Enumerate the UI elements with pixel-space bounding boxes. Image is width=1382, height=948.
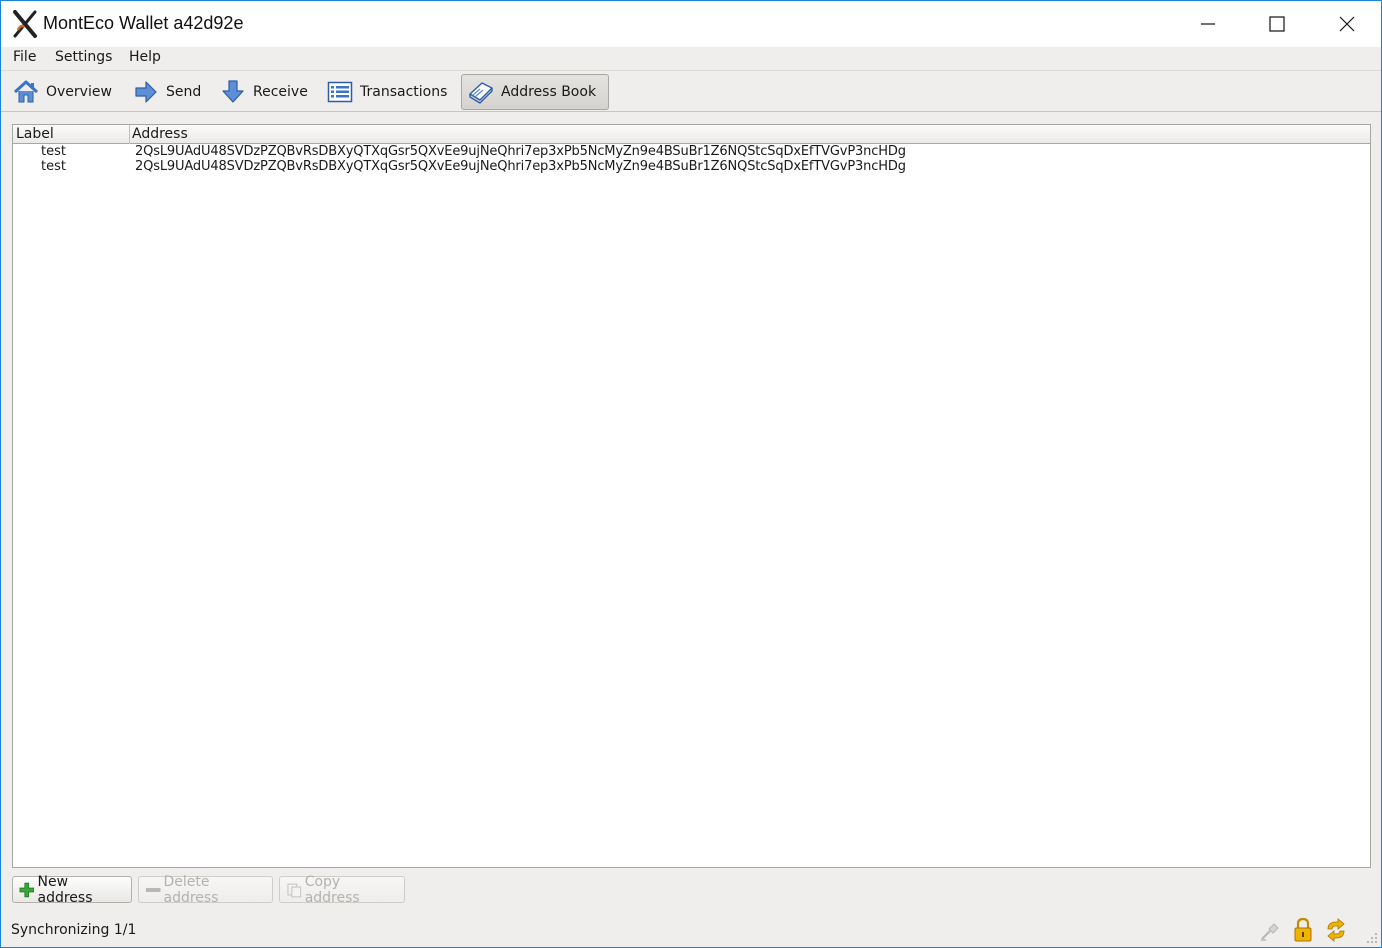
- table-row[interactable]: test 2QsL9UAdU48SVDzPZQBvRsDBXyQTXqGsr5Q…: [13, 144, 1370, 159]
- new-address-button[interactable]: New address: [12, 873, 132, 906]
- delete-address-label: Delete address: [163, 873, 219, 906]
- send-arrow-icon: [135, 81, 157, 103]
- receive-arrow-icon: [222, 80, 244, 103]
- maximize-icon: [1269, 16, 1285, 32]
- copy-address-label: Copy address: [304, 873, 360, 906]
- delete-address-button[interactable]: Delete address: [138, 873, 273, 906]
- row-label: test: [41, 144, 66, 159]
- row-address: 2QsL9UAdU48SVDzPZQBvRsDBXyQTXqGsr5QXvEe9…: [135, 159, 906, 174]
- resize-grip-icon[interactable]: [1363, 929, 1379, 945]
- app-logo-icon: [13, 10, 37, 38]
- tab-transactions[interactable]: Transactions: [321, 74, 453, 110]
- address-book-icon: [469, 82, 493, 104]
- minimize-icon: [1201, 23, 1215, 25]
- tab-send[interactable]: Send: [127, 74, 207, 110]
- column-header-address[interactable]: Address: [132, 126, 188, 143]
- minimize-button[interactable]: [1173, 1, 1243, 47]
- maximize-button[interactable]: [1242, 1, 1312, 47]
- tab-address-book[interactable]: Address Book: [461, 74, 609, 110]
- tab-receive[interactable]: Receive: [214, 74, 314, 110]
- address-table[interactable]: Label Address test 2QsL9UAdU48SVDzPZQBvR…: [12, 124, 1371, 868]
- window-title: MontEco Wallet a42d92e: [43, 13, 244, 33]
- copy-address-button[interactable]: Copy address: [279, 873, 405, 906]
- close-icon: [1339, 16, 1355, 32]
- row-label: test: [41, 159, 66, 174]
- tab-receive-label: Receive: [253, 84, 308, 100]
- row-address: 2QsL9UAdU48SVDzPZQBvRsDBXyQTXqGsr5QXvEe9…: [135, 144, 906, 159]
- tab-address-book-label: Address Book: [501, 84, 597, 100]
- column-divider[interactable]: [129, 125, 130, 144]
- menu-help[interactable]: Help: [129, 49, 161, 65]
- table-header: Label Address: [13, 125, 1370, 144]
- column-header-label[interactable]: Label: [16, 126, 54, 143]
- status-text: Synchronizing 1/1: [11, 922, 137, 938]
- tab-send-label: Send: [166, 84, 202, 100]
- app-window: MontEco Wallet a42d92e File Settings Hel…: [0, 0, 1382, 948]
- title-bar[interactable]: MontEco Wallet a42d92e: [1, 1, 1381, 47]
- transactions-list-icon: [327, 81, 353, 103]
- tab-overview-label: Overview: [46, 84, 112, 100]
- table-row[interactable]: test 2QsL9UAdU48SVDzPZQBvRsDBXyQTXqGsr5Q…: [13, 159, 1370, 174]
- connection-icon[interactable]: [1258, 917, 1282, 943]
- home-icon: [13, 80, 39, 103]
- sync-icon[interactable]: [1324, 917, 1348, 943]
- copy-icon: [287, 883, 302, 897]
- tab-overview[interactable]: Overview: [7, 74, 118, 110]
- lock-icon[interactable]: [1291, 917, 1315, 943]
- main-toolbar: Overview Send Receive Transactions Addre…: [1, 70, 1381, 112]
- menu-file[interactable]: File: [13, 49, 36, 65]
- remove-minus-icon: [145, 887, 161, 892]
- close-button[interactable]: [1312, 1, 1382, 47]
- new-address-label: New address: [37, 873, 93, 906]
- menu-bar: File Settings Help: [1, 47, 1381, 70]
- tab-transactions-label: Transactions: [360, 84, 448, 100]
- add-plus-icon: [19, 882, 34, 897]
- menu-settings[interactable]: Settings: [55, 49, 112, 65]
